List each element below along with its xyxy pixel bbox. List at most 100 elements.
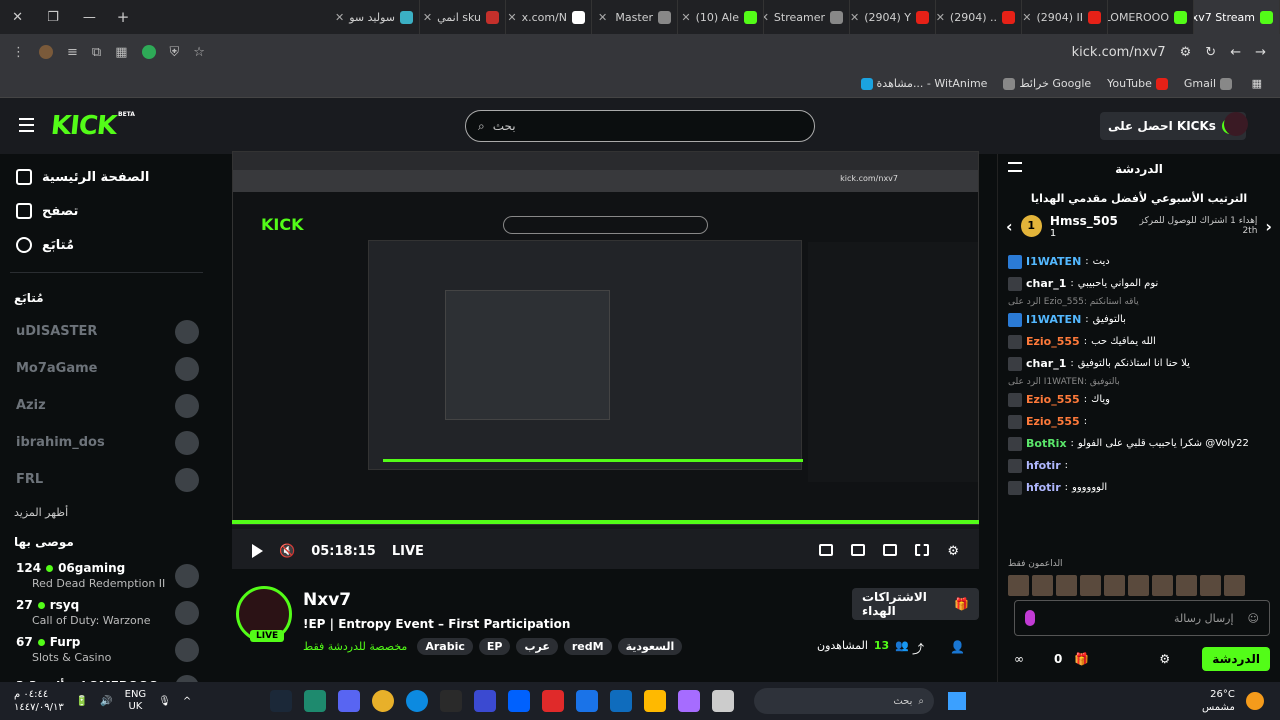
chat-message[interactable]: char_1: يلا حنا انا استاذنكم بالتوفيق: [1008, 353, 1270, 375]
volume-icon[interactable]: 🔊: [100, 696, 112, 707]
chat-username[interactable]: char_1: [1026, 273, 1066, 295]
show-more-link[interactable]: أظهر المزيد: [0, 498, 213, 527]
taskbar-search[interactable]: بحث ⌕: [754, 688, 934, 714]
reload-icon[interactable]: ↻: [1205, 45, 1216, 60]
bookmark-youtube[interactable]: YouTube: [1107, 77, 1168, 90]
app-icon[interactable]: [474, 690, 496, 712]
emote[interactable]: [1104, 575, 1125, 596]
chat-username[interactable]: Ezio_555: [1026, 389, 1080, 411]
browser-tab[interactable]: ✕ Master: [592, 0, 678, 34]
close-window-icon[interactable]: ✕: [12, 10, 23, 25]
language-indicator[interactable]: ENG UK: [125, 689, 147, 713]
user-avatar[interactable]: [1224, 112, 1248, 136]
kick-logo[interactable]: KICK: [49, 111, 117, 141]
chevron-left-icon[interactable]: ‹: [1006, 217, 1013, 236]
share-icon[interactable]: ⤴: [912, 640, 924, 657]
screenshot-icon[interactable]: ▦: [115, 45, 127, 60]
emote[interactable]: [1176, 575, 1197, 596]
streamer-name[interactable]: Nxv7: [303, 590, 351, 610]
discord-icon[interactable]: [338, 690, 360, 712]
chat-username[interactable]: Ezio_555: [1026, 411, 1080, 433]
browser-tab[interactable]: ✕ سوليد سو: [334, 0, 420, 34]
following-item[interactable]: ibrahim_dos: [0, 424, 213, 461]
close-tab-icon[interactable]: ✕: [598, 11, 607, 24]
close-tab-icon[interactable]: ✕: [764, 11, 769, 24]
browser-tab[interactable]: ✕LOMEROOO: [1108, 0, 1194, 34]
chat-username[interactable]: hfotir: [1026, 455, 1061, 477]
dropbox-icon[interactable]: [508, 690, 530, 712]
mail-icon[interactable]: [576, 690, 598, 712]
following-item[interactable]: FRL: [0, 461, 213, 498]
emote[interactable]: [1152, 575, 1173, 596]
emote[interactable]: [1080, 575, 1101, 596]
tag[interactable]: عرب: [516, 638, 558, 655]
weather-widget[interactable]: 26°C مشمس: [1202, 688, 1280, 714]
star-icon[interactable]: ☆: [193, 45, 205, 60]
chat-only-label[interactable]: مخصصة للدردشة فقط: [303, 640, 407, 653]
url-text[interactable]: kick.com/nxv7: [1072, 45, 1166, 60]
restore-window-icon[interactable]: ❐: [47, 10, 59, 25]
settings-icon[interactable]: ⚙: [947, 544, 959, 559]
chat-message[interactable]: BotRix: شكرا ياحبيب قلبي على الفولو @Voly…: [1008, 433, 1270, 455]
chat-username[interactable]: BotRix: [1026, 433, 1067, 455]
nav-home[interactable]: الصفحة الرئيسية: [0, 160, 213, 194]
emoji-icon[interactable]: ☺: [1248, 612, 1259, 625]
chat-input[interactable]: إرسال رسالة ☺: [1014, 600, 1270, 636]
chevron-right-icon[interactable]: ›: [1265, 217, 1272, 236]
explorer-icon[interactable]: [644, 690, 666, 712]
hamburger-menu-icon[interactable]: [19, 118, 34, 132]
tag[interactable]: redM: [563, 638, 612, 655]
extension-icon[interactable]: [39, 45, 53, 59]
media-icon[interactable]: ≡: [67, 45, 78, 60]
recommended-item[interactable]: 124 06gaming Red Dead Redemption II: [0, 557, 213, 594]
mic-icon[interactable]: [1025, 610, 1035, 626]
mute-icon[interactable]: 🔇: [279, 544, 295, 559]
browser-tab[interactable]: ✕Nxv7 Stream: [1194, 0, 1280, 34]
edge-icon[interactable]: [406, 690, 428, 712]
apps-icon[interactable]: ▦: [1252, 77, 1262, 90]
browser-tab[interactable]: ✕ انمي sku: [420, 0, 506, 34]
emote[interactable]: [1224, 575, 1245, 596]
clip-icon[interactable]: [851, 543, 866, 556]
site-settings-icon[interactable]: ⚙: [1180, 45, 1192, 60]
progress-bar[interactable]: [232, 520, 979, 524]
browser-tab[interactable]: ✕ (2904) ..: [936, 0, 1022, 34]
chrome-icon[interactable]: [372, 690, 394, 712]
chat-username[interactable]: I1WATEN: [1026, 309, 1081, 331]
clock-date[interactable]: ١٤٤٧/٠٩/١٣: [14, 701, 64, 714]
recommended-item[interactable]: 27 rsyq Call of Duty: Warzone: [0, 594, 213, 631]
extensions-icon[interactable]: ⧉: [92, 45, 101, 60]
nav-following[interactable]: مُتابَع: [0, 228, 213, 262]
chat-message[interactable]: hfotir:: [1008, 455, 1270, 477]
chat-message[interactable]: Ezio_555: وياك: [1008, 389, 1270, 411]
steam-icon[interactable]: [270, 690, 292, 712]
vpn-icon[interactable]: [141, 45, 156, 59]
copilot-icon[interactable]: [678, 690, 700, 712]
minimize-window-icon[interactable]: —: [83, 10, 96, 25]
epic-games-icon[interactable]: [440, 690, 462, 712]
tag[interactable]: Arabic: [417, 638, 473, 655]
shield-icon[interactable]: ⛨: [170, 45, 180, 60]
following-item[interactable]: Aziz: [0, 387, 213, 424]
video-player[interactable]: kick.com/nxv7 KICK 🔇 05:18:15 LIVE ⚙: [232, 151, 979, 569]
recommended-item[interactable]: 67 Furp Slots & Casino: [0, 631, 213, 668]
stream-video[interactable]: kick.com/nxv7 KICK: [232, 151, 979, 529]
top-gifter-name[interactable]: Hmss_505: [1050, 214, 1118, 228]
close-tab-icon[interactable]: ✕: [681, 11, 690, 24]
bookmark-maps[interactable]: خرائط Google: [1003, 77, 1091, 90]
chat-message[interactable]: I1WATEN: ديت: [1008, 251, 1270, 273]
chat-username[interactable]: Ezio_555: [1026, 331, 1080, 353]
chat-username[interactable]: hfotir: [1026, 477, 1061, 499]
browser-tab[interactable]: ✕ x.com/N: [506, 0, 592, 34]
store-icon[interactable]: [610, 690, 632, 712]
forward-icon[interactable]: →: [1255, 45, 1266, 60]
menu-icon[interactable]: ⋮: [12, 45, 25, 60]
chat-message[interactable]: Ezio_555:: [1008, 411, 1270, 433]
infinity-icon[interactable]: ∞: [1014, 652, 1024, 666]
tray-chevron-icon[interactable]: ^: [183, 696, 191, 707]
bookmark-witanime[interactable]: مشاهدة... - WitAnime: [860, 77, 987, 90]
emote[interactable]: [1128, 575, 1149, 596]
chat-username[interactable]: char_1: [1026, 353, 1066, 375]
app-icon[interactable]: [542, 690, 564, 712]
pip-icon[interactable]: [819, 543, 834, 556]
